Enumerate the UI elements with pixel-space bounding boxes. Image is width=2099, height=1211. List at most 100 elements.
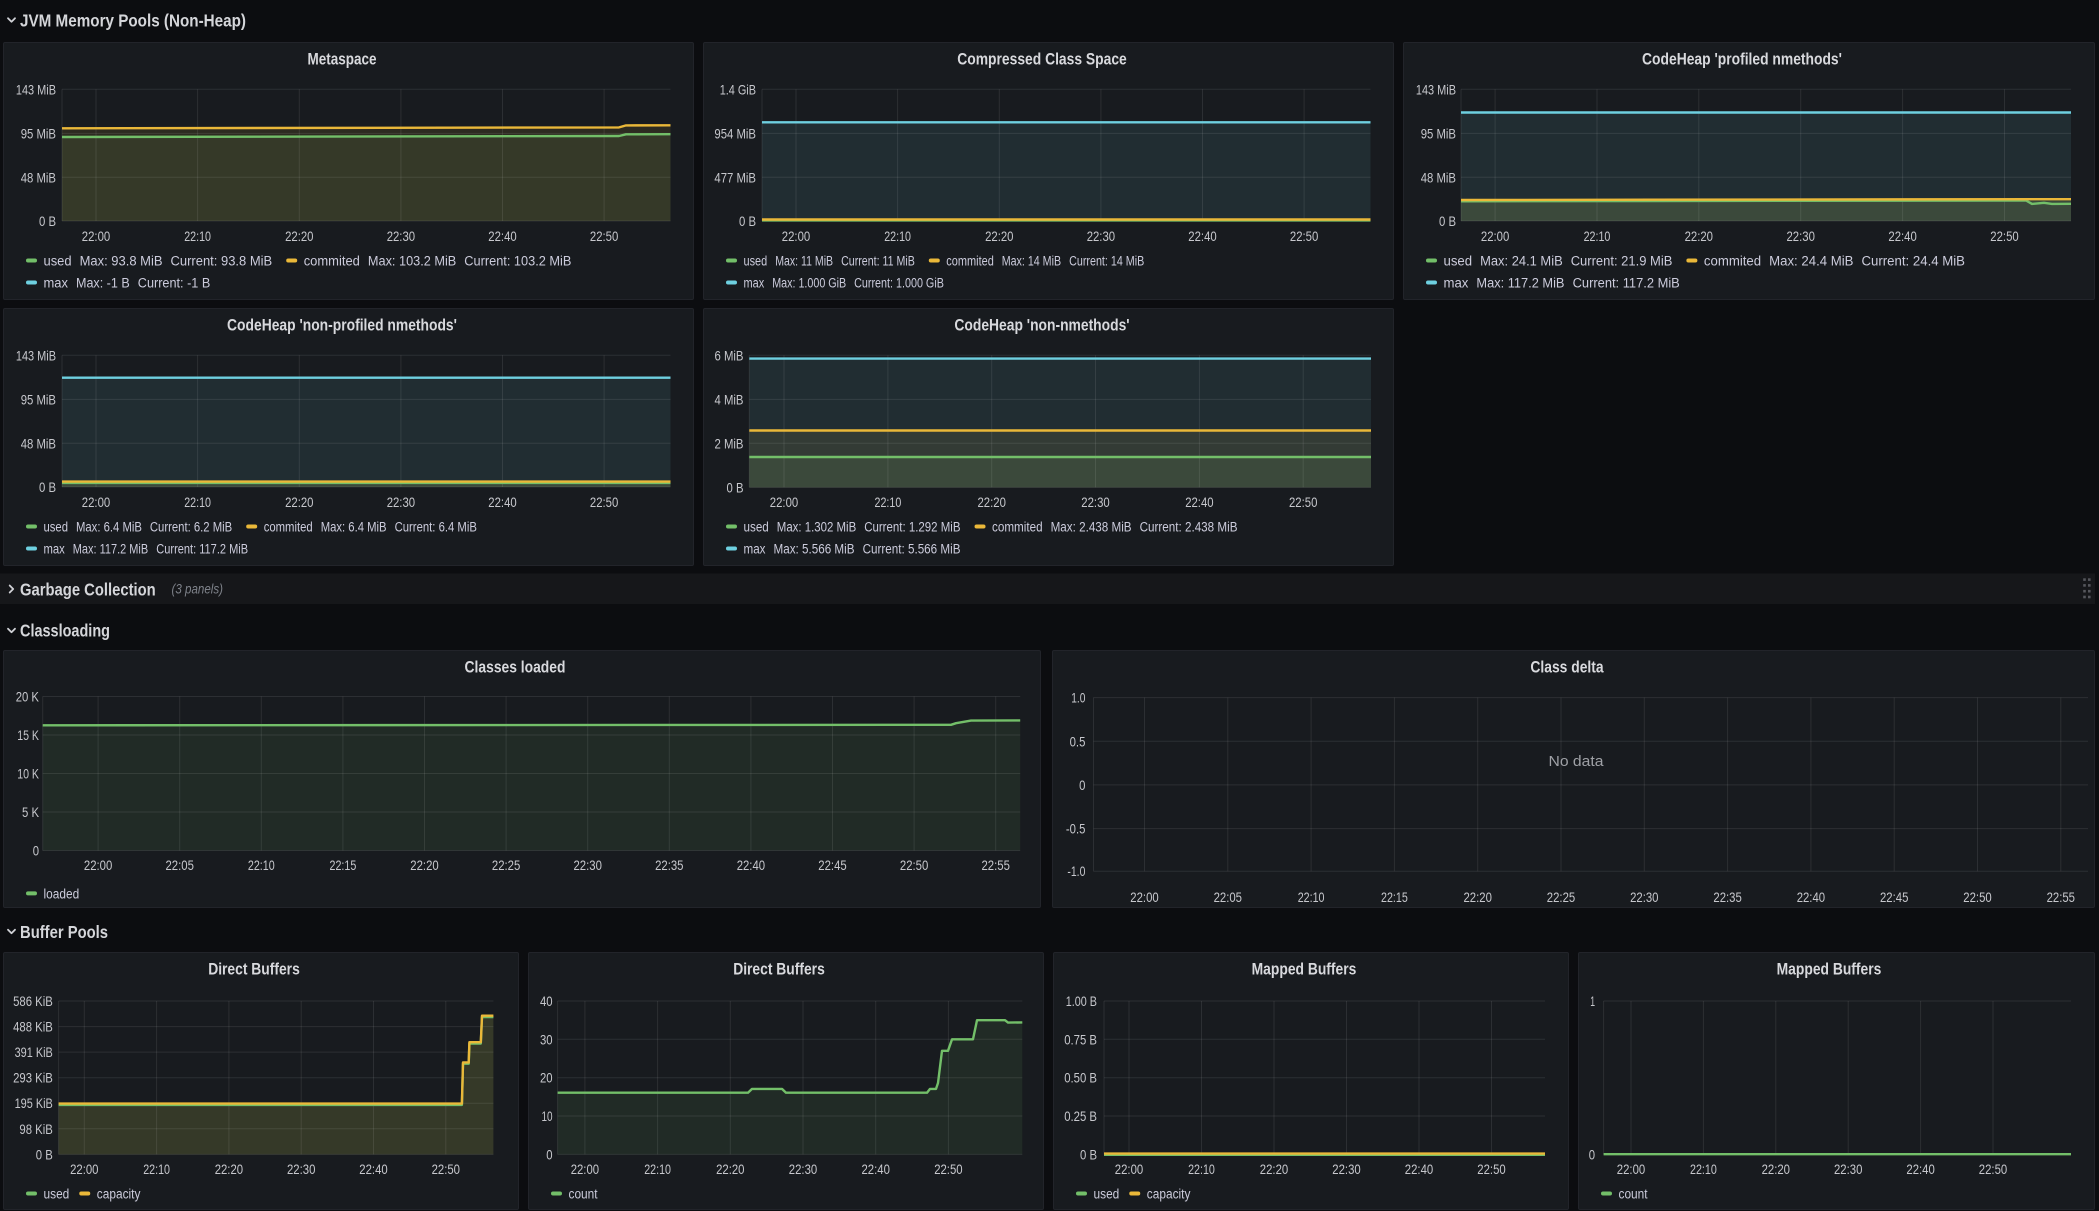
svg-text:loaded: loaded xyxy=(44,886,80,901)
svg-text:48 MiB: 48 MiB xyxy=(1421,169,1456,185)
svg-text:CodeHeap 'non-nmethods': CodeHeap 'non-nmethods' xyxy=(954,317,1129,335)
svg-text:Max: -1 B: Max: -1 B xyxy=(76,276,130,291)
svg-text:10 K: 10 K xyxy=(17,766,39,782)
svg-text:Direct Buffers: Direct Buffers xyxy=(208,961,300,979)
svg-text:22:20: 22:20 xyxy=(285,228,314,244)
svg-text:used: used xyxy=(1444,254,1473,269)
svg-text:0 B: 0 B xyxy=(36,1146,53,1162)
svg-text:used: used xyxy=(44,1187,70,1202)
svg-text:22:10: 22:10 xyxy=(875,494,902,510)
svg-text:Mapped Buffers: Mapped Buffers xyxy=(1252,961,1357,979)
svg-text:22:40: 22:40 xyxy=(1797,889,1826,905)
svg-text:22:25: 22:25 xyxy=(492,857,521,873)
svg-text:Max: 5.566 MiB: Max: 5.566 MiB xyxy=(774,542,855,557)
svg-text:22:30: 22:30 xyxy=(1332,1161,1361,1177)
svg-text:No data: No data xyxy=(1549,753,1605,770)
svg-text:22:20: 22:20 xyxy=(215,1161,244,1177)
svg-text:40: 40 xyxy=(540,993,553,1009)
svg-text:capacity: capacity xyxy=(97,1187,141,1202)
svg-text:586 KiB: 586 KiB xyxy=(13,993,53,1009)
svg-text:Class delta: Class delta xyxy=(1530,659,1604,677)
svg-text:Current: 117.2 MiB: Current: 117.2 MiB xyxy=(1573,276,1680,291)
svg-text:22:00: 22:00 xyxy=(70,1161,99,1177)
svg-text:0.50 B: 0.50 B xyxy=(1064,1070,1097,1086)
svg-text:22:40: 22:40 xyxy=(1888,228,1917,244)
svg-text:0 B: 0 B xyxy=(1439,213,1456,229)
svg-text:22:45: 22:45 xyxy=(818,857,847,873)
svg-text:Max: 14 MiB: Max: 14 MiB xyxy=(1002,254,1061,269)
svg-text:Current: 14 MiB: Current: 14 MiB xyxy=(1069,254,1144,269)
svg-text:22:30: 22:30 xyxy=(387,494,416,510)
svg-text:Classloading: Classloading xyxy=(20,621,110,641)
svg-text:22:05: 22:05 xyxy=(166,857,195,873)
svg-text:20 K: 20 K xyxy=(16,689,40,705)
svg-text:10: 10 xyxy=(542,1108,553,1124)
svg-text:used: used xyxy=(744,520,769,535)
svg-text:-1.0: -1.0 xyxy=(1067,863,1085,879)
svg-text:Buffer Pools: Buffer Pools xyxy=(20,922,108,942)
svg-text:commited: commited xyxy=(304,254,360,269)
svg-text:22:00: 22:00 xyxy=(82,494,111,510)
svg-text:20: 20 xyxy=(540,1070,553,1086)
svg-text:22:10: 22:10 xyxy=(248,857,275,873)
svg-text:5 K: 5 K xyxy=(22,804,40,820)
svg-text:2 MiB: 2 MiB xyxy=(715,435,744,451)
svg-text:Current: 93.8 MiB: Current: 93.8 MiB xyxy=(171,254,273,269)
svg-text:Current: 6.2 MiB: Current: 6.2 MiB xyxy=(150,520,232,535)
svg-text:Max: 6.4 MiB: Max: 6.4 MiB xyxy=(321,520,387,535)
svg-text:22:50: 22:50 xyxy=(934,1161,963,1177)
svg-text:max: max xyxy=(1444,276,1469,291)
svg-text:0 B: 0 B xyxy=(39,479,56,495)
svg-text:22:55: 22:55 xyxy=(2047,889,2076,905)
svg-text:Max: 24.4 MiB: Max: 24.4 MiB xyxy=(1769,254,1853,269)
svg-text:count: count xyxy=(1619,1187,1648,1202)
svg-text:22:10: 22:10 xyxy=(184,494,211,510)
svg-text:0.25 B: 0.25 B xyxy=(1064,1108,1097,1124)
svg-text:22:10: 22:10 xyxy=(1188,1161,1215,1177)
svg-text:commited: commited xyxy=(992,520,1043,535)
svg-text:Current: 1.000 GiB: Current: 1.000 GiB xyxy=(854,276,944,291)
svg-text:used: used xyxy=(1094,1187,1120,1202)
svg-text:-0.5: -0.5 xyxy=(1066,821,1086,837)
svg-text:30: 30 xyxy=(540,1031,553,1047)
svg-text:22:40: 22:40 xyxy=(737,857,766,873)
svg-text:used: used xyxy=(44,520,69,535)
svg-text:22:00: 22:00 xyxy=(1130,889,1159,905)
svg-text:954 MiB: 954 MiB xyxy=(714,125,756,141)
svg-text:22:10: 22:10 xyxy=(884,228,911,244)
svg-text:0.75 B: 0.75 B xyxy=(1064,1031,1097,1047)
svg-text:22:45: 22:45 xyxy=(1880,889,1909,905)
svg-text:Current: 11 MiB: Current: 11 MiB xyxy=(841,254,915,269)
svg-text:Current: 24.4 MiB: Current: 24.4 MiB xyxy=(1862,254,1966,269)
svg-text:Max: 24.1 MiB: Max: 24.1 MiB xyxy=(1480,254,1563,269)
svg-text:Current: -1 B: Current: -1 B xyxy=(138,276,211,291)
svg-text:22:30: 22:30 xyxy=(1787,228,1816,244)
svg-text:22:05: 22:05 xyxy=(1214,889,1243,905)
svg-text:22:00: 22:00 xyxy=(770,494,799,510)
svg-text:22:40: 22:40 xyxy=(1906,1161,1935,1177)
svg-text:195 KiB: 195 KiB xyxy=(15,1095,53,1111)
svg-text:22:40: 22:40 xyxy=(1188,228,1217,244)
svg-text:CodeHeap 'non-profiled nmethod: CodeHeap 'non-profiled nmethods' xyxy=(227,317,457,335)
svg-text:22:50: 22:50 xyxy=(590,494,619,510)
svg-text:48 MiB: 48 MiB xyxy=(21,435,56,451)
svg-text:22:00: 22:00 xyxy=(782,228,811,244)
svg-text:Current: 6.4 MiB: Current: 6.4 MiB xyxy=(395,520,477,535)
svg-text:22:50: 22:50 xyxy=(1477,1161,1506,1177)
svg-text:Current: 21.9 MiB: Current: 21.9 MiB xyxy=(1571,254,1673,269)
svg-text:Max: 103.2 MiB: Max: 103.2 MiB xyxy=(368,254,456,269)
svg-text:Current: 117.2 MiB: Current: 117.2 MiB xyxy=(156,542,248,557)
svg-text:22:10: 22:10 xyxy=(1584,228,1611,244)
svg-text:22:20: 22:20 xyxy=(1464,889,1493,905)
svg-text:JVM Memory Pools (Non-Heap): JVM Memory Pools (Non-Heap) xyxy=(20,10,246,30)
svg-text:22:55: 22:55 xyxy=(982,857,1011,873)
svg-text:22:00: 22:00 xyxy=(82,228,111,244)
svg-text:22:50: 22:50 xyxy=(1289,494,1318,510)
svg-text:0: 0 xyxy=(33,843,39,859)
svg-text:15 K: 15 K xyxy=(17,727,39,743)
svg-text:22:10: 22:10 xyxy=(143,1161,170,1177)
svg-text:Current: 1.292 MiB: Current: 1.292 MiB xyxy=(864,520,960,535)
svg-text:143 MiB: 143 MiB xyxy=(16,81,56,97)
svg-text:22:15: 22:15 xyxy=(330,857,357,873)
svg-text:Max: 6.4 MiB: Max: 6.4 MiB xyxy=(76,520,142,535)
